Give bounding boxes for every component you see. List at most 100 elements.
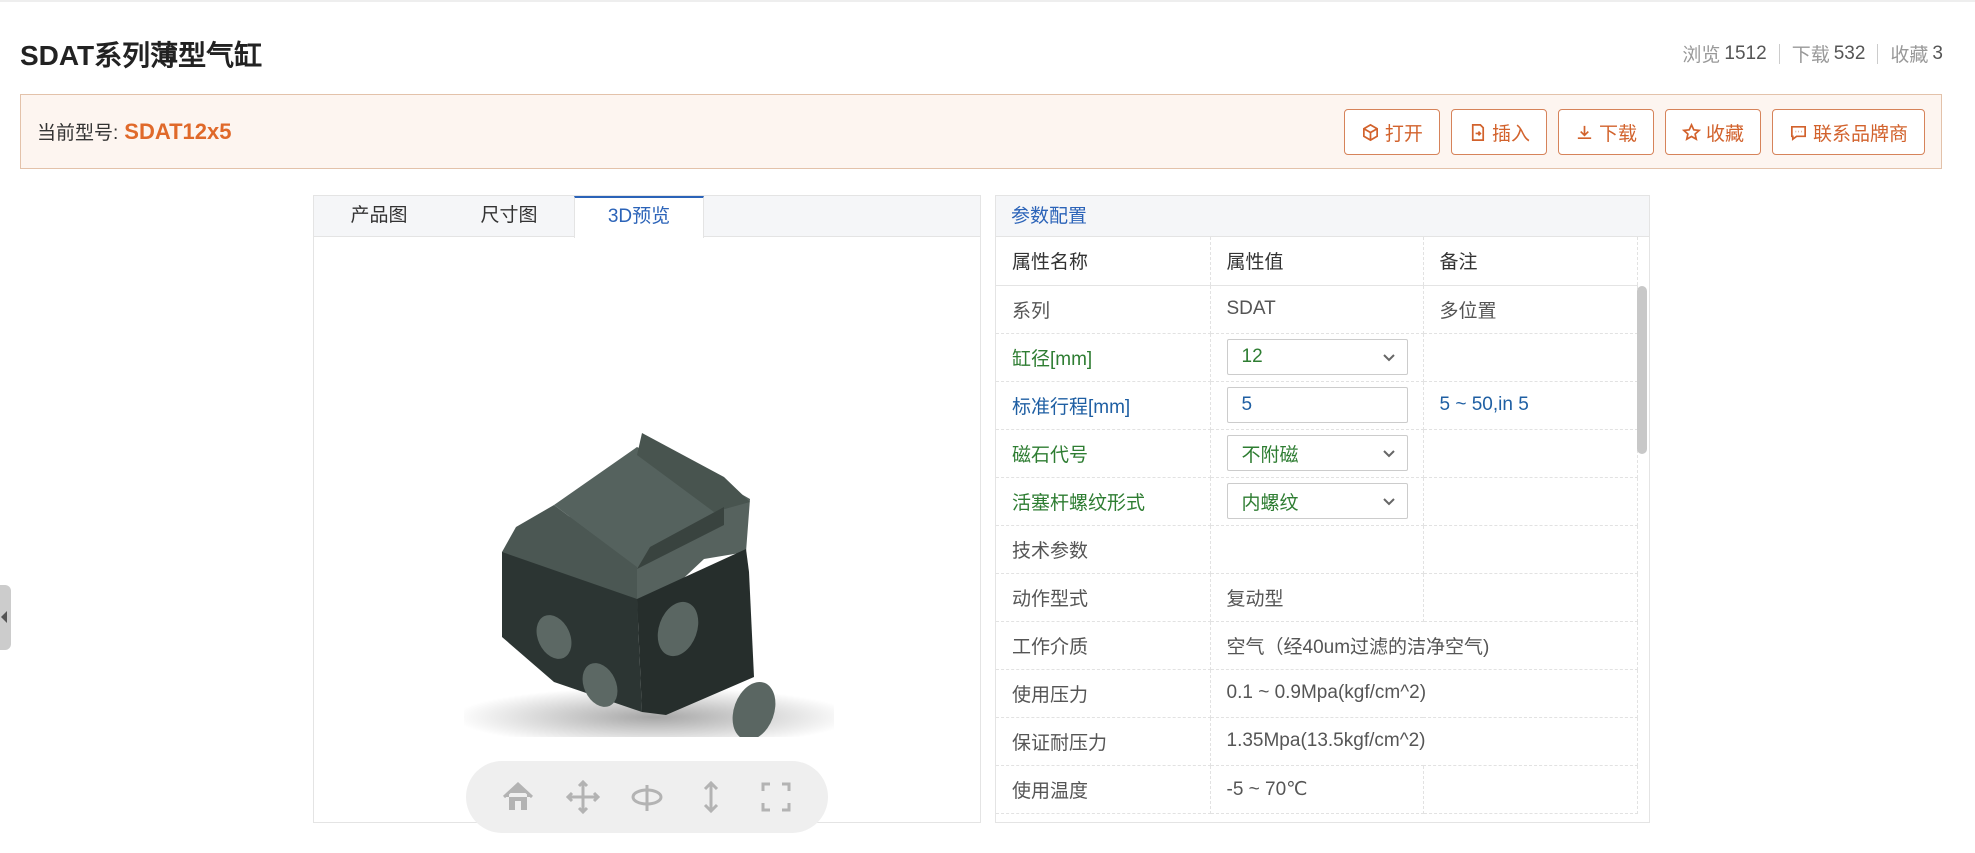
- current-model-bar: 当前型号: SDAT12x5 打开 插入 下载 收藏 联系品牌商: [20, 94, 1942, 169]
- table-row: 技术参数: [996, 525, 1638, 574]
- rotate-button[interactable]: [627, 777, 667, 817]
- table-row: 使用压力 0.1 ~ 0.9Mpa(kgf/cm^2): [996, 669, 1638, 718]
- params-table: 属性名称 属性值 备注 系列 SDAT 多位置 缸径[mm] 12 标准行程[m…: [996, 237, 1638, 814]
- 3d-viewer[interactable]: [314, 237, 980, 833]
- fullscreen-icon: [761, 782, 791, 812]
- zoom-icon: [704, 780, 719, 814]
- table-row: 使用温度 -5 ~ 70℃: [996, 765, 1638, 814]
- pan-button[interactable]: [563, 777, 603, 817]
- column-header-name: 属性名称: [996, 237, 1211, 286]
- table-row: 动作型式 复动型: [996, 573, 1638, 622]
- table-row: 标准行程[mm] 5 ~ 50,in 5: [996, 381, 1638, 430]
- magnet-code-value: 不附磁: [1241, 444, 1299, 466]
- downloads-label: 下载: [1791, 45, 1830, 66]
- stats-bar: 浏览 1512 下载 532 收藏 3: [1682, 40, 1943, 67]
- param-note: [1423, 573, 1638, 622]
- column-header-note: 备注: [1423, 237, 1638, 286]
- download-button-label: 下载: [1598, 123, 1637, 145]
- column-header-value: 属性值: [1210, 237, 1424, 286]
- param-name: 技术参数: [996, 525, 1211, 574]
- param-note: 多位置: [1423, 285, 1638, 334]
- cube-icon: [1362, 123, 1378, 141]
- open-button[interactable]: 打开: [1343, 109, 1440, 155]
- open-button-label: 打开: [1384, 123, 1423, 145]
- table-row: 工作介质 空气（经40um过滤的洁净空气): [996, 621, 1638, 670]
- param-name: 系列: [996, 285, 1211, 334]
- message-icon: [1790, 125, 1806, 141]
- chevron-down-icon: [1382, 450, 1395, 458]
- download-icon: [1577, 125, 1592, 139]
- tab-dimension-drawing[interactable]: 尺寸图: [444, 196, 574, 236]
- preview-tabs: 产品图 尺寸图 3D预览: [314, 196, 980, 238]
- param-note: [1423, 765, 1638, 814]
- chevron-down-icon: [1382, 354, 1395, 362]
- views-label: 浏览: [1682, 45, 1721, 66]
- param-name: 活塞杆螺纹形式: [996, 477, 1211, 526]
- params-scrollbar[interactable]: [1637, 286, 1647, 822]
- preview-panel: 产品图 尺寸图 3D预览: [313, 195, 981, 833]
- table-row: 保证耐压力 1.35Mpa(13.5kgf/cm^2): [996, 717, 1638, 766]
- scrollbar-thumb[interactable]: [1637, 286, 1647, 454]
- favorites-count: 3: [1932, 42, 1943, 64]
- param-name: 使用温度: [996, 765, 1211, 814]
- zoom-button[interactable]: [691, 777, 731, 817]
- contact-brand-button-label: 联系品牌商: [1812, 123, 1908, 145]
- param-name: 标准行程[mm]: [996, 381, 1211, 430]
- param-name: 磁石代号: [996, 429, 1211, 478]
- tab-product-image[interactable]: 产品图: [314, 196, 444, 236]
- bore-diameter-value: 12: [1241, 346, 1263, 367]
- star-icon: [1681, 122, 1701, 141]
- table-row: 系列 SDAT 多位置: [996, 285, 1638, 334]
- param-value: SDAT: [1210, 285, 1424, 334]
- pan-icon: [565, 779, 600, 815]
- param-value: 空气（经40um过滤的洁净空气): [1210, 621, 1638, 670]
- param-name: 使用压力: [996, 669, 1211, 718]
- params-panel: 参数配置 属性名称 属性值 备注 系列 SDAT 多位置 缸径[mm] 12 标…: [995, 195, 1650, 823]
- param-value: 1.35Mpa(13.5kgf/cm^2): [1210, 717, 1638, 766]
- param-name: 保证耐压力: [996, 717, 1211, 766]
- viewer-toolbar: [466, 761, 828, 833]
- page-title: SDAT系列薄型气缸: [20, 40, 263, 71]
- action-buttons: 打开 插入 下载 收藏 联系品牌商: [1343, 109, 1925, 155]
- divider: [1778, 43, 1780, 64]
- table-row: 磁石代号 不附磁: [996, 429, 1638, 478]
- param-name: 工作介质: [996, 621, 1211, 670]
- params-header: 参数配置: [996, 196, 1649, 237]
- favorites-label: 收藏: [1890, 45, 1929, 66]
- param-name: 动作型式: [996, 573, 1211, 622]
- params-table-header: 属性名称 属性值 备注: [996, 237, 1638, 286]
- stroke-input[interactable]: [1226, 387, 1408, 423]
- param-note: 5 ~ 50,in 5: [1423, 381, 1638, 430]
- param-value: -5 ~ 70℃: [1210, 765, 1424, 814]
- tab-3d-preview[interactable]: 3D预览: [574, 196, 704, 238]
- contact-brand-button[interactable]: 联系品牌商: [1771, 109, 1925, 155]
- cylinder-3d-model[interactable]: [464, 337, 834, 737]
- param-value: [1210, 525, 1424, 574]
- favorite-button-label: 收藏: [1705, 123, 1744, 145]
- magnet-code-select[interactable]: 不附磁: [1226, 435, 1408, 471]
- rotate-icon: [631, 785, 663, 811]
- favorite-button[interactable]: 收藏: [1664, 109, 1761, 155]
- param-value: 复动型: [1210, 573, 1424, 622]
- table-row: 活塞杆螺纹形式 内螺纹: [996, 477, 1638, 526]
- bore-diameter-select[interactable]: 12: [1226, 339, 1408, 375]
- download-button[interactable]: 下载: [1557, 109, 1654, 155]
- top-border: [0, 0, 1975, 2]
- downloads-count: 532: [1833, 42, 1866, 64]
- home-view-button[interactable]: [498, 777, 538, 817]
- param-name: 缸径[mm]: [996, 333, 1211, 382]
- insert-button-label: 插入: [1491, 123, 1530, 145]
- fullscreen-button[interactable]: [756, 777, 796, 817]
- insert-button[interactable]: 插入: [1450, 109, 1547, 155]
- current-model-label: 当前型号:: [37, 123, 119, 144]
- table-row: 缸径[mm] 12: [996, 333, 1638, 382]
- param-value: 0.1 ~ 0.9Mpa(kgf/cm^2): [1210, 669, 1638, 718]
- rod-thread-select[interactable]: 内螺纹: [1226, 483, 1408, 519]
- rod-thread-value: 内螺纹: [1241, 492, 1299, 514]
- sidebar-collapse-handle[interactable]: [0, 585, 11, 650]
- param-note: [1423, 525, 1638, 574]
- chevron-down-icon: [1382, 498, 1395, 506]
- current-model-value: SDAT12x5: [124, 118, 232, 144]
- insert-icon: [1471, 123, 1484, 141]
- divider: [1877, 43, 1879, 64]
